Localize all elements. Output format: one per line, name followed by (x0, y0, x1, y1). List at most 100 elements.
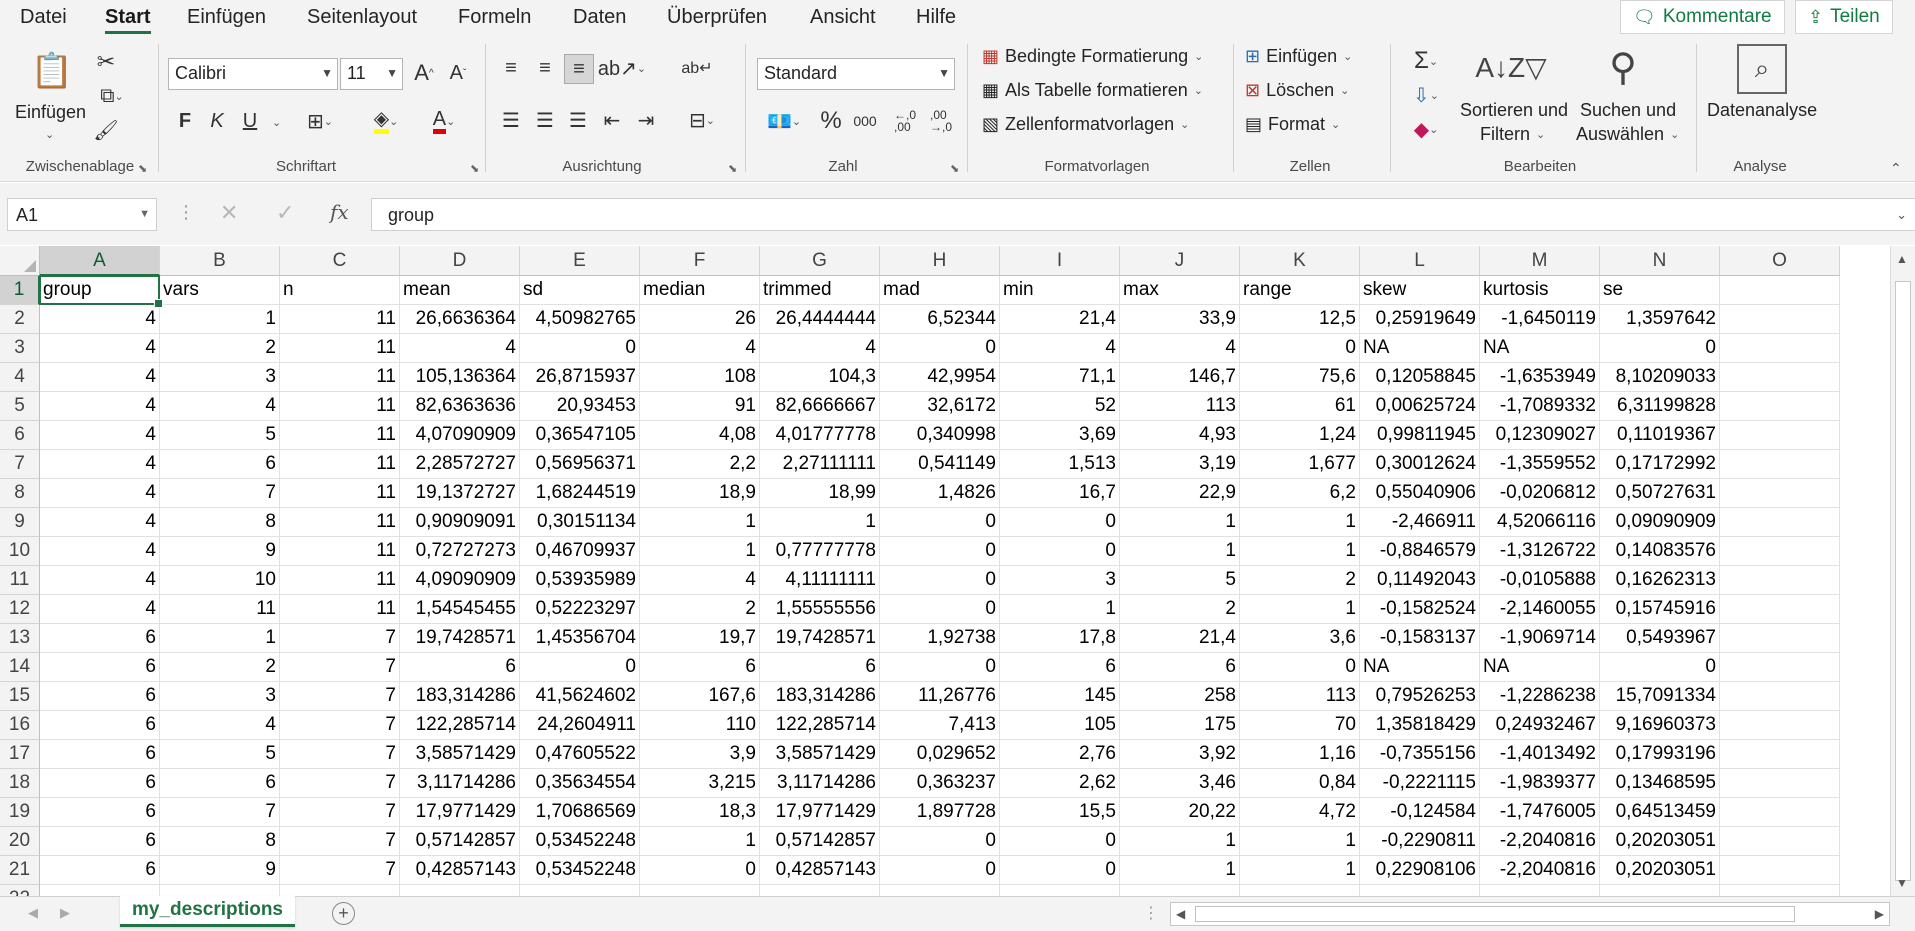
cell-h5[interactable]: 32,6172 (880, 392, 1000, 421)
cell-o2[interactable] (1720, 305, 1840, 334)
cell-f5[interactable]: 91 (640, 392, 760, 421)
cell-j22[interactable] (1120, 885, 1240, 896)
cell-k20[interactable]: 1 (1240, 827, 1360, 856)
cell-m7[interactable]: -1,3559552 (1480, 450, 1600, 479)
sort-filter-line1[interactable]: Sortieren und (1460, 100, 1568, 121)
increase-font-icon[interactable]: A ^ (410, 58, 438, 88)
cell-o7[interactable] (1720, 450, 1840, 479)
cell-n18[interactable]: 0,13468595 (1600, 769, 1720, 798)
cell-a3[interactable]: 4 (40, 334, 160, 363)
cell-l18[interactable]: -0,2221115 (1360, 769, 1480, 798)
cell-i14[interactable]: 6 (1000, 653, 1120, 682)
cell-b20[interactable]: 8 (160, 827, 280, 856)
column-header-i[interactable]: I (1000, 246, 1120, 276)
more-icon[interactable]: ⋮ (177, 202, 195, 223)
cell-g12[interactable]: 1,55555556 (760, 595, 880, 624)
cell-k2[interactable]: 12,5 (1240, 305, 1360, 334)
cell-g13[interactable]: 19,7428571 (760, 624, 880, 653)
cell-o20[interactable] (1720, 827, 1840, 856)
cell-c15[interactable]: 7 (280, 682, 400, 711)
cell-d14[interactable]: 6 (400, 653, 520, 682)
cell-o10[interactable] (1720, 537, 1840, 566)
cell-j20[interactable]: 1 (1120, 827, 1240, 856)
cell-l8[interactable]: 0,55040906 (1360, 479, 1480, 508)
cell-l17[interactable]: -0,7355156 (1360, 740, 1480, 769)
cell-i6[interactable]: 3,69 (1000, 421, 1120, 450)
cell-d8[interactable]: 19,1372727 (400, 479, 520, 508)
cell-d3[interactable]: 4 (400, 334, 520, 363)
cell-b6[interactable]: 5 (160, 421, 280, 450)
cell-a16[interactable]: 6 (40, 711, 160, 740)
cell-d6[interactable]: 4,07090909 (400, 421, 520, 450)
cell-a1[interactable]: group (40, 276, 160, 305)
cell-e8[interactable]: 1,68244519 (520, 479, 640, 508)
cell-h9[interactable]: 0 (880, 508, 1000, 537)
row-header-17[interactable]: 17 (0, 740, 40, 769)
cell-n15[interactable]: 15,7091334 (1600, 682, 1720, 711)
row-header-1[interactable]: 1 (0, 276, 40, 305)
cell-l6[interactable]: 0,99811945 (1360, 421, 1480, 450)
name-box[interactable]: A1 ▼ (7, 198, 157, 231)
cell-j19[interactable]: 20,22 (1120, 798, 1240, 827)
cell-g21[interactable]: 0,42857143 (760, 856, 880, 885)
cell-i20[interactable]: 0 (1000, 827, 1120, 856)
cancel-icon[interactable]: ✕ (220, 200, 238, 226)
cell-g3[interactable]: 4 (760, 334, 880, 363)
cell-c10[interactable]: 11 (280, 537, 400, 566)
cell-m16[interactable]: 0,24932467 (1480, 711, 1600, 740)
cell-g2[interactable]: 26,4444444 (760, 305, 880, 334)
tab-ansicht[interactable]: Ansicht (810, 6, 876, 29)
cell-d21[interactable]: 0,42857143 (400, 856, 520, 885)
cell-m13[interactable]: -1,9069714 (1480, 624, 1600, 653)
cell-a22[interactable] (40, 885, 160, 896)
cell-e12[interactable]: 0,52223297 (520, 595, 640, 624)
cell-l7[interactable]: 0,30012624 (1360, 450, 1480, 479)
row-header-14[interactable]: 14 (0, 653, 40, 682)
cell-c4[interactable]: 11 (280, 363, 400, 392)
increase-decimal-icon[interactable]: ←,0,00 (890, 106, 920, 136)
cell-n12[interactable]: 0,15745916 (1600, 595, 1720, 624)
cell-g4[interactable]: 104,3 (760, 363, 880, 392)
cell-m12[interactable]: -2,1460055 (1480, 595, 1600, 624)
cell-e4[interactable]: 26,8715937 (520, 363, 640, 392)
conditional-formatting-button[interactable]: ▦ Bedingte Formatierung ⌄ (982, 46, 1203, 67)
cell-h12[interactable]: 0 (880, 595, 1000, 624)
cell-k1[interactable]: range (1240, 276, 1360, 305)
column-header-a[interactable]: A (40, 246, 160, 276)
cell-o4[interactable] (1720, 363, 1840, 392)
cell-n2[interactable]: 1,3597642 (1600, 305, 1720, 334)
cell-h13[interactable]: 1,92738 (880, 624, 1000, 653)
cell-g9[interactable]: 1 (760, 508, 880, 537)
align-middle-icon[interactable]: ≡ (531, 54, 559, 82)
cell-h20[interactable]: 0 (880, 827, 1000, 856)
cell-e5[interactable]: 20,93453 (520, 392, 640, 421)
cell-m19[interactable]: -1,7476005 (1480, 798, 1600, 827)
cell-h15[interactable]: 11,26776 (880, 682, 1000, 711)
horizontal-scrollbar[interactable]: ◀ ▶ (1170, 902, 1890, 926)
cell-o9[interactable] (1720, 508, 1840, 537)
cell-j3[interactable]: 4 (1120, 334, 1240, 363)
cell-d12[interactable]: 1,54545455 (400, 595, 520, 624)
borders-icon[interactable]: ⊞ ⌄ (298, 106, 342, 136)
cell-f12[interactable]: 2 (640, 595, 760, 624)
thousands-button[interactable]: 000 (850, 106, 880, 136)
format-as-table-button[interactable]: ▦ Als Tabelle formatieren ⌄ (982, 80, 1203, 101)
decrease-indent-icon[interactable]: ⇤ (598, 106, 626, 134)
row-header-5[interactable]: 5 (0, 392, 40, 421)
cell-d4[interactable]: 105,136364 (400, 363, 520, 392)
cell-j12[interactable]: 2 (1120, 595, 1240, 624)
cell-n5[interactable]: 6,31199828 (1600, 392, 1720, 421)
format-painter-icon[interactable]: 🖌 (92, 116, 120, 144)
cell-a11[interactable]: 4 (40, 566, 160, 595)
cell-o6[interactable] (1720, 421, 1840, 450)
cell-b19[interactable]: 7 (160, 798, 280, 827)
alignment-launcher-icon[interactable]: ⬊ (728, 162, 737, 175)
cell-k14[interactable]: 0 (1240, 653, 1360, 682)
column-header-o[interactable]: O (1720, 246, 1840, 276)
row-header-6[interactable]: 6 (0, 421, 40, 450)
clear-icon[interactable]: ◆ ⌄ (1404, 114, 1448, 144)
cell-g18[interactable]: 3,11714286 (760, 769, 880, 798)
cell-h6[interactable]: 0,340998 (880, 421, 1000, 450)
cell-m4[interactable]: -1,6353949 (1480, 363, 1600, 392)
cell-j18[interactable]: 3,46 (1120, 769, 1240, 798)
